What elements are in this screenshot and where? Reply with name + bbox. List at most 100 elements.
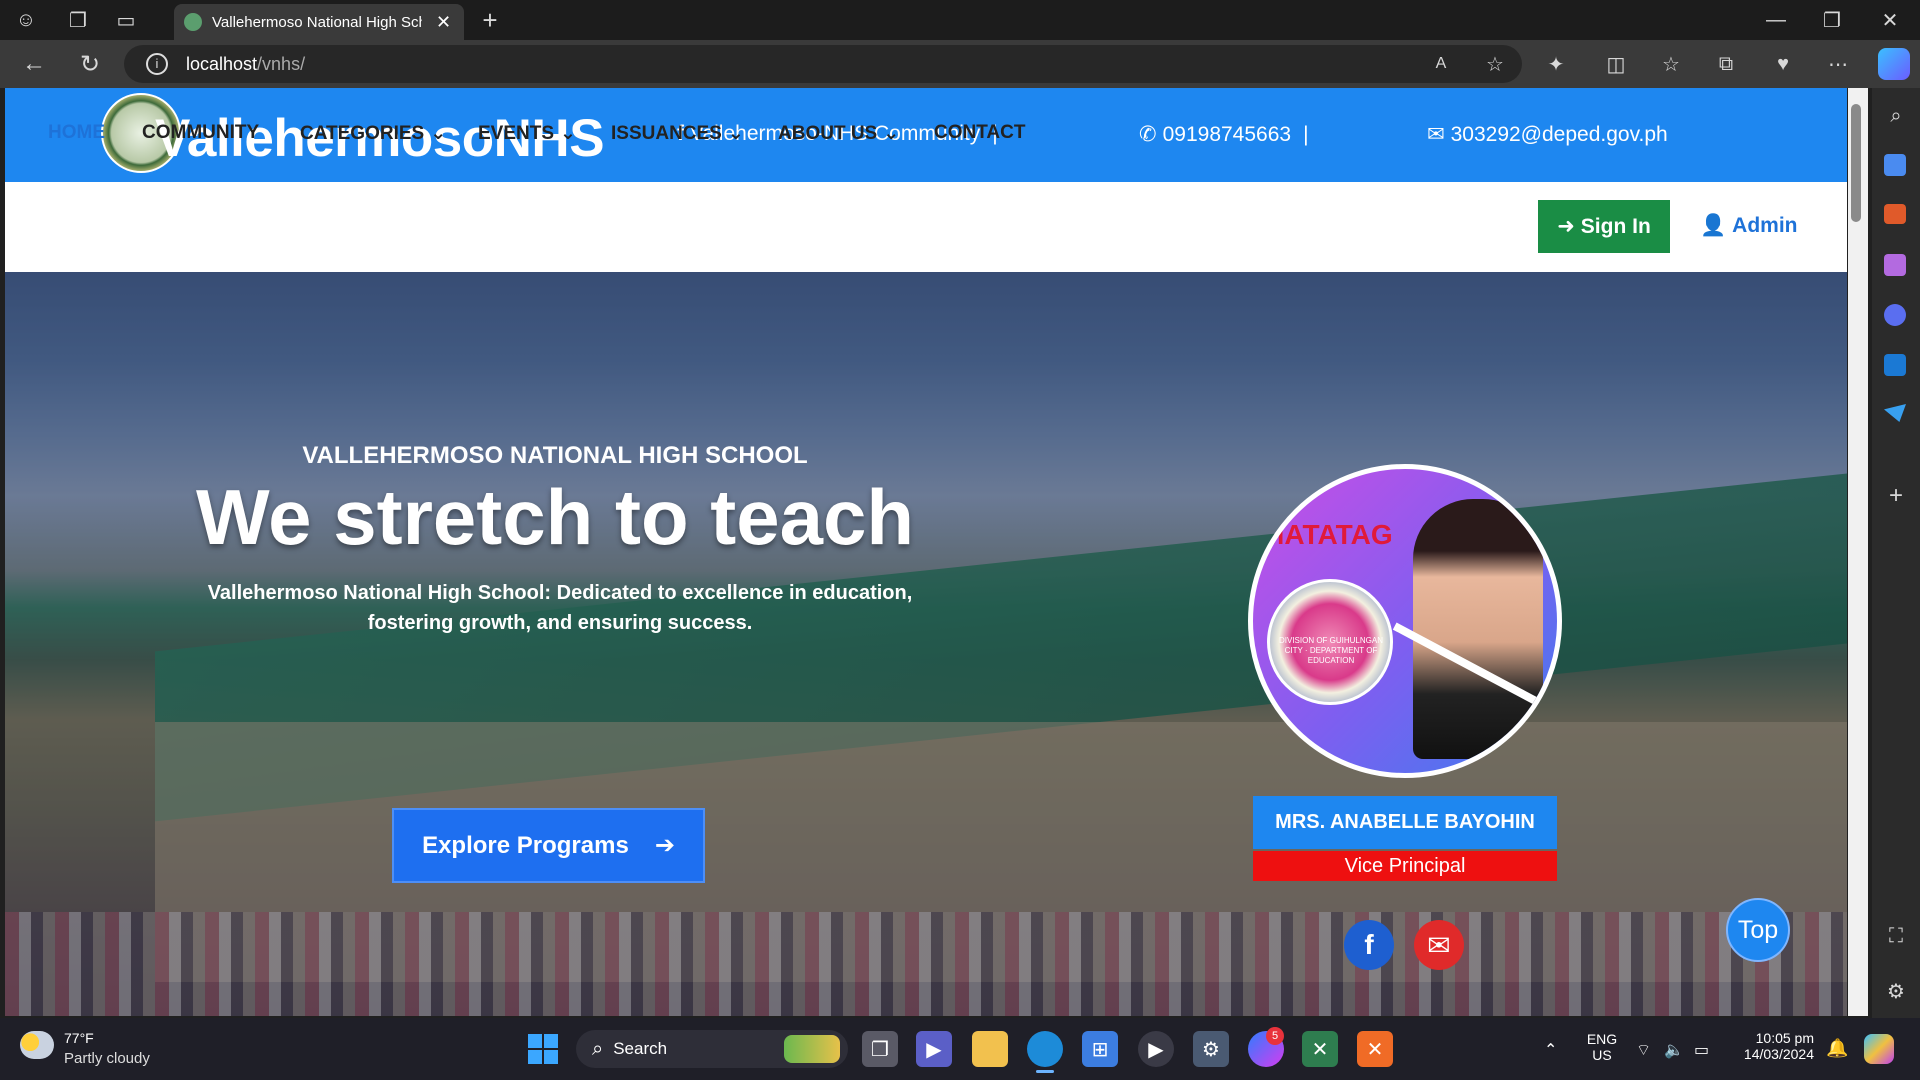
phone-icon: ✆ <box>1139 123 1157 146</box>
search-label: Search <box>613 1039 668 1058</box>
weather-condition[interactable]: Partly cloudy <box>64 1050 150 1067</box>
browser-essentials-icon[interactable]: ♥ <box>1767 48 1799 80</box>
back-to-top-button[interactable]: Top <box>1726 898 1790 962</box>
hero-overlay <box>5 272 1847 1016</box>
edge-icon[interactable] <box>1027 1031 1063 1067</box>
close-window-icon[interactable]: ✕ <box>1874 4 1906 36</box>
deped-seal: DIVISION OF GUIHULNGAN CITY · DEPARTMENT… <box>1267 579 1393 705</box>
phone-text: 09198745663 <box>1162 122 1292 146</box>
weather-icon[interactable] <box>20 1031 54 1059</box>
phone-link[interactable]: ✆ 09198745663 | <box>1139 122 1309 147</box>
nav-about-us[interactable]: ABOUT US ⌄ <box>778 122 899 145</box>
nav-contact[interactable]: CONTACT <box>934 122 1025 144</box>
extensions-icon[interactable]: ✦ <box>1540 48 1572 80</box>
hero-description-line: Vallehermoso National High School: Dedic… <box>207 582 913 604</box>
weather-temperature[interactable]: 77°F <box>64 1030 94 1046</box>
nav-home[interactable]: HOME <box>48 122 105 144</box>
nav-community[interactable]: COMMUNITY <box>142 122 259 144</box>
settings-icon[interactable]: ⚙ <box>1193 1031 1229 1067</box>
chevron-down-icon: ⌄ <box>560 123 576 144</box>
battery-icon[interactable]: ▭ <box>1694 1040 1709 1060</box>
active-tab[interactable]: Vallehermoso National High Sch ✕ <box>174 4 464 40</box>
minimize-icon[interactable]: — <box>1760 4 1792 36</box>
copilot-taskbar-icon[interactable] <box>1864 1034 1894 1064</box>
read-aloud-icon[interactable]: A <box>1426 49 1456 79</box>
shopping-icon[interactable] <box>1884 154 1906 176</box>
explore-label: Explore Programs <box>422 831 629 859</box>
arrow-right-icon: ➔ <box>654 832 675 859</box>
favorites-icon[interactable]: ☆ <box>1655 48 1687 80</box>
notification-bell-icon[interactable]: 🔔 <box>1826 1038 1848 1059</box>
nav-events[interactable]: EVENTS ⌄ <box>478 122 576 145</box>
sign-in-icon: ➜ <box>1557 215 1575 238</box>
close-tab-icon[interactable]: ✕ <box>436 12 451 33</box>
site-favicon-icon <box>184 13 202 31</box>
taskbar-search[interactable]: ⌕ Search <box>576 1030 848 1068</box>
clock-date: 14/03/2024 <box>1743 1046 1814 1062</box>
sidebar-settings-icon[interactable]: ⚙ <box>1880 975 1912 1007</box>
refresh-icon[interactable]: ↻ <box>74 48 106 80</box>
chevron-down-icon: ⌄ <box>430 123 447 144</box>
top-contact-bar: VallehermosoNHS f Vallehermoso-NHS Commu… <box>5 88 1847 182</box>
hero-subtitle: VALLEHERMOSO NATIONAL HIGH SCHOOL <box>302 442 808 469</box>
maximize-icon[interactable]: ❐ <box>1816 4 1848 36</box>
email-link[interactable]: ✉ 303292@deped.gov.ph <box>1427 122 1668 147</box>
envelope-icon: ✉ <box>1427 123 1445 146</box>
games-icon[interactable] <box>1884 254 1906 276</box>
system-clock[interactable]: 10:05 pm 14/03/2024 <box>1732 1030 1814 1062</box>
messenger-badge: 5 <box>1266 1027 1284 1045</box>
teams-icon[interactable]: ▶ <box>916 1031 952 1067</box>
split-screen-icon[interactable]: ◫ <box>1600 48 1632 80</box>
profile-icon[interactable]: ☺ <box>10 4 42 36</box>
start-button[interactable] <box>528 1034 558 1064</box>
favorite-star-icon[interactable]: ☆ <box>1480 49 1510 79</box>
language-line: ENG <box>1586 1031 1618 1047</box>
back-icon[interactable]: ← <box>18 48 50 80</box>
email-text: 303292@deped.gov.ph <box>1450 122 1668 146</box>
hero-description-line: fostering growth, and ensuring success. <box>367 612 753 634</box>
file-explorer-icon[interactable] <box>972 1031 1008 1067</box>
settings-more-icon[interactable]: ⋯ <box>1822 48 1854 80</box>
tools-icon[interactable] <box>1884 204 1906 224</box>
wifi-icon[interactable]: ⌔ <box>1636 1040 1651 1060</box>
clock-time: 10:05 pm <box>1755 1030 1814 1046</box>
copilot-icon[interactable] <box>1878 48 1910 80</box>
language-line: US <box>1592 1047 1612 1063</box>
nav-categories[interactable]: CATEGORIES ⌄ <box>300 122 446 145</box>
address-bar[interactable]: i localhost/vnhs/ A ☆ <box>124 45 1522 83</box>
search-icon[interactable]: ⌕ <box>1880 100 1912 132</box>
site-info-icon[interactable]: i <box>146 53 168 75</box>
outlook-icon[interactable] <box>1884 354 1906 376</box>
explore-programs-button[interactable]: Explore Programs ➔ <box>392 808 705 883</box>
facebook-social-icon[interactable]: f <box>1344 920 1394 970</box>
xampp-app-icon[interactable]: ✕ <box>1302 1031 1338 1067</box>
media-player-icon[interactable]: ▶ <box>1138 1031 1174 1067</box>
sign-in-button[interactable]: ➜ Sign In <box>1538 200 1670 253</box>
divider: | <box>1303 122 1309 146</box>
microsoft-365-icon[interactable] <box>1884 304 1906 326</box>
add-sidebar-icon[interactable]: + <box>1880 480 1912 512</box>
nav-issuances[interactable]: ISSUANCES ⌄ <box>611 122 744 145</box>
search-highlight-icon <box>784 1035 840 1063</box>
email-social-icon[interactable]: ✉ <box>1414 920 1464 970</box>
workspaces-icon[interactable]: ❐ <box>62 4 94 36</box>
screenshot-icon[interactable]: ⛶ <box>1880 920 1912 952</box>
page-scrollbar[interactable] <box>1848 88 1868 1016</box>
volume-icon[interactable]: 🔈 <box>1664 1040 1684 1060</box>
chevron-down-icon: ⌄ <box>883 123 900 144</box>
new-tab-icon[interactable]: + <box>474 4 506 36</box>
tab-title: Vallehermoso National High Sch <box>212 13 422 31</box>
task-view-icon[interactable]: ❐ <box>862 1031 898 1067</box>
language-indicator[interactable]: ENG US <box>1584 1031 1620 1063</box>
url-text: localhost/vnhs/ <box>186 54 306 74</box>
store-icon[interactable]: ⊞ <box>1082 1031 1118 1067</box>
tab-actions-icon[interactable]: ▭ <box>110 4 142 36</box>
admin-link[interactable]: 👤 Admin <box>1700 214 1797 238</box>
scrollbar-thumb[interactable] <box>1851 104 1861 222</box>
browser-sidebar <box>1872 88 1920 1018</box>
show-hidden-icons[interactable]: ⌃ <box>1544 1040 1557 1060</box>
xampp-control-icon[interactable]: ✕ <box>1357 1031 1393 1067</box>
portrait-figure <box>1413 499 1543 759</box>
profile-role: Vice Principal <box>1253 851 1557 881</box>
collections-icon[interactable]: ⧉ <box>1710 48 1742 80</box>
